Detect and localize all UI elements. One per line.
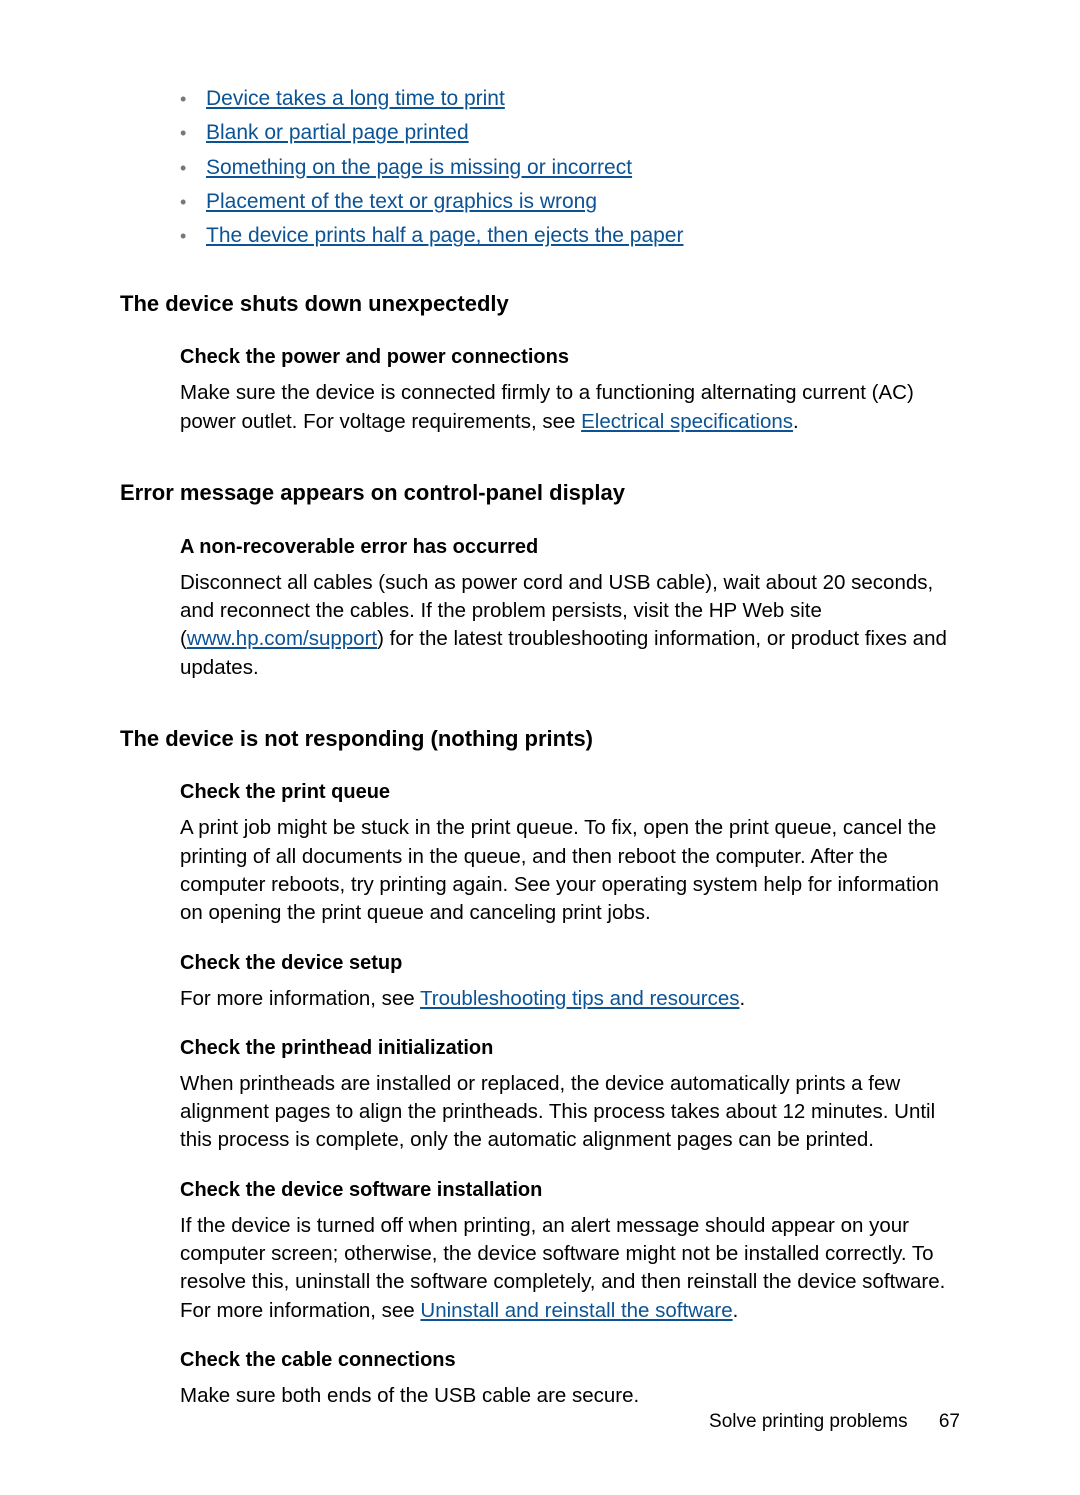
- paragraph: If the device is turned off when printin…: [180, 1212, 960, 1325]
- subheading-printhead-init: Check the printhead initialization: [180, 1035, 960, 1062]
- topic-link-list: Device takes a long time to print Blank …: [180, 85, 960, 251]
- hp-support-link[interactable]: www.hp.com/support: [187, 627, 377, 650]
- section-body: Check the power and power connections Ma…: [180, 344, 960, 436]
- paragraph: Disconnect all cables (such as power cor…: [180, 569, 960, 682]
- list-item: Something on the page is missing or inco…: [180, 154, 960, 182]
- topic-link[interactable]: Blank or partial page printed: [206, 121, 469, 144]
- paragraph: A print job might be stuck in the print …: [180, 814, 960, 927]
- page-number: 67: [939, 1411, 960, 1432]
- text: .: [793, 410, 799, 433]
- text: .: [739, 987, 745, 1010]
- section-heading-shutdown: The device shuts down unexpectedly: [120, 289, 960, 319]
- paragraph: Make sure the device is connected firmly…: [180, 379, 960, 436]
- paragraph: For more information, see Troubleshootin…: [180, 985, 960, 1013]
- subheading-power: Check the power and power connections: [180, 344, 960, 371]
- footer-title: Solve printing problems: [709, 1411, 908, 1432]
- list-item: The device prints half a page, then ejec…: [180, 222, 960, 250]
- section-heading-error: Error message appears on control-panel d…: [120, 478, 960, 508]
- list-item: Blank or partial page printed: [180, 119, 960, 147]
- page-content: Device takes a long time to print Blank …: [0, 0, 1080, 1410]
- subheading-software-install: Check the device software installation: [180, 1177, 960, 1204]
- section-body: Check the print queue A print job might …: [180, 779, 960, 1410]
- page-footer: Solve printing problems 67: [709, 1409, 960, 1435]
- text: For more information, see: [180, 987, 420, 1010]
- section-body: A non-recoverable error has occurred Dis…: [180, 534, 960, 682]
- paragraph: Make sure both ends of the USB cable are…: [180, 1382, 960, 1410]
- topic-link[interactable]: Device takes a long time to print: [206, 87, 505, 110]
- text: .: [733, 1299, 739, 1322]
- subheading-device-setup: Check the device setup: [180, 950, 960, 977]
- troubleshooting-link[interactable]: Troubleshooting tips and resources: [420, 987, 739, 1010]
- electrical-specs-link[interactable]: Electrical specifications: [581, 410, 793, 433]
- subheading-print-queue: Check the print queue: [180, 779, 960, 806]
- uninstall-reinstall-link[interactable]: Uninstall and reinstall the software: [420, 1299, 732, 1322]
- topic-link[interactable]: The device prints half a page, then ejec…: [206, 224, 683, 247]
- topic-link[interactable]: Placement of the text or graphics is wro…: [206, 190, 597, 213]
- list-item: Placement of the text or graphics is wro…: [180, 188, 960, 216]
- list-item: Device takes a long time to print: [180, 85, 960, 113]
- text: Make sure the device is connected firmly…: [180, 381, 914, 432]
- subheading-cable-connections: Check the cable connections: [180, 1347, 960, 1374]
- section-heading-not-responding: The device is not responding (nothing pr…: [120, 724, 960, 754]
- topic-link[interactable]: Something on the page is missing or inco…: [206, 156, 632, 179]
- paragraph: When printheads are installed or replace…: [180, 1070, 960, 1155]
- subheading-nonrecoverable: A non-recoverable error has occurred: [180, 534, 960, 561]
